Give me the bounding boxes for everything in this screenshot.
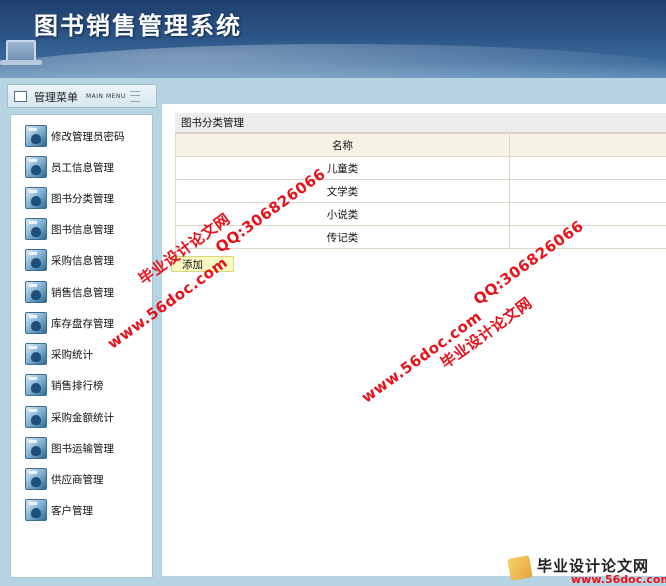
user-icon <box>25 437 47 459</box>
user-icon <box>25 468 47 490</box>
panel-title: 图书分类管理 <box>175 113 666 133</box>
category-name-cell: 文学类 <box>175 179 510 203</box>
sidebar-item-label[interactable]: 员工信息管理 <box>51 160 114 175</box>
user-icon <box>25 281 47 303</box>
sidebar-item-book-category[interactable]: 图书分类管理 <box>25 187 150 211</box>
action-cell <box>509 179 666 203</box>
action-cell <box>509 202 666 226</box>
user-icon <box>25 343 47 365</box>
sidebar-item-label[interactable]: 图书运输管理 <box>51 441 114 456</box>
site-logo: 毕业设计论文网 www.56doc.com <box>505 555 666 586</box>
monitor-icon <box>6 40 36 62</box>
user-icon <box>25 249 47 271</box>
action-cell <box>509 225 666 249</box>
sidebar-item-label[interactable]: 销售排行榜 <box>51 378 104 393</box>
user-icon <box>25 187 47 209</box>
column-header-actions <box>509 133 666 157</box>
sidebar-item-label[interactable]: 客户管理 <box>51 503 93 518</box>
sidebar-item-label[interactable]: 供应商管理 <box>51 472 104 487</box>
sidebar-item-transport[interactable]: 图书运输管理 <box>25 437 150 461</box>
action-cell <box>509 156 666 180</box>
sidebar-item-supplier[interactable]: 供应商管理 <box>25 468 150 492</box>
sidebar-item-label[interactable]: 销售信息管理 <box>51 285 114 300</box>
monitor-base <box>0 60 42 65</box>
logo-url: www.56doc.com <box>571 573 666 586</box>
table-row[interactable]: 文学类 <box>175 179 666 203</box>
user-icon <box>25 499 47 521</box>
book-icon <box>507 555 533 581</box>
sidebar-item-label[interactable]: 采购统计 <box>51 347 93 362</box>
menu-header: 管理菜单 MAIN MENU <box>7 84 157 108</box>
app-title: 图书销售管理系统 <box>34 12 242 40</box>
menu-title: 管理菜单 <box>34 91 78 104</box>
sidebar-item-label[interactable]: 采购信息管理 <box>51 253 114 268</box>
user-icon <box>25 374 47 396</box>
main-content: 图书分类管理 名称 儿童类 文学类 小说类 传记类 添加 <box>162 78 666 586</box>
menu-subtitle: MAIN MENU <box>86 93 126 100</box>
sidebar-item-label[interactable]: 图书信息管理 <box>51 222 114 237</box>
hamburger-icon[interactable] <box>130 91 140 102</box>
user-icon <box>25 125 47 147</box>
sidebar-item-book-info[interactable]: 图书信息管理 <box>25 218 150 242</box>
table-header-row: 名称 <box>175 133 666 157</box>
sidebar-item-customer[interactable]: 客户管理 <box>25 499 150 523</box>
user-icon <box>25 312 47 334</box>
sidebar-item-sales-ranking[interactable]: 销售排行榜 <box>25 374 150 398</box>
sidebar-item-sales-info[interactable]: 销售信息管理 <box>25 281 150 305</box>
content-top-strip <box>162 78 666 104</box>
sidebar-item-purchase-info[interactable]: 采购信息管理 <box>25 249 150 273</box>
sidebar-item-change-password[interactable]: 修改管理员密码 <box>25 125 150 149</box>
table-row[interactable]: 儿童类 <box>175 156 666 180</box>
app-header: 图书销售管理系统 <box>0 0 666 78</box>
user-icon <box>25 218 47 240</box>
category-name-cell: 儿童类 <box>175 156 510 180</box>
sidebar-item-staff[interactable]: 员工信息管理 <box>25 156 150 180</box>
header-swoosh <box>0 44 666 78</box>
menu-icon <box>14 91 27 102</box>
user-icon <box>25 406 47 428</box>
sidebar-item-label[interactable]: 修改管理员密码 <box>51 129 125 144</box>
sidebar-item-label[interactable]: 库存盘存管理 <box>51 316 114 331</box>
menu-list: 修改管理员密码 员工信息管理 图书分类管理 图书信息管理 采购信息管理 销售信息… <box>10 114 153 578</box>
user-icon <box>25 156 47 178</box>
sidebar-item-label[interactable]: 采购金额统计 <box>51 410 114 425</box>
sidebar-item-purchase-amount[interactable]: 采购金额统计 <box>25 406 150 430</box>
sidebar-item-purchase-stats[interactable]: 采购统计 <box>25 343 150 367</box>
sidebar-item-label[interactable]: 图书分类管理 <box>51 191 114 206</box>
column-header-name: 名称 <box>175 133 510 157</box>
